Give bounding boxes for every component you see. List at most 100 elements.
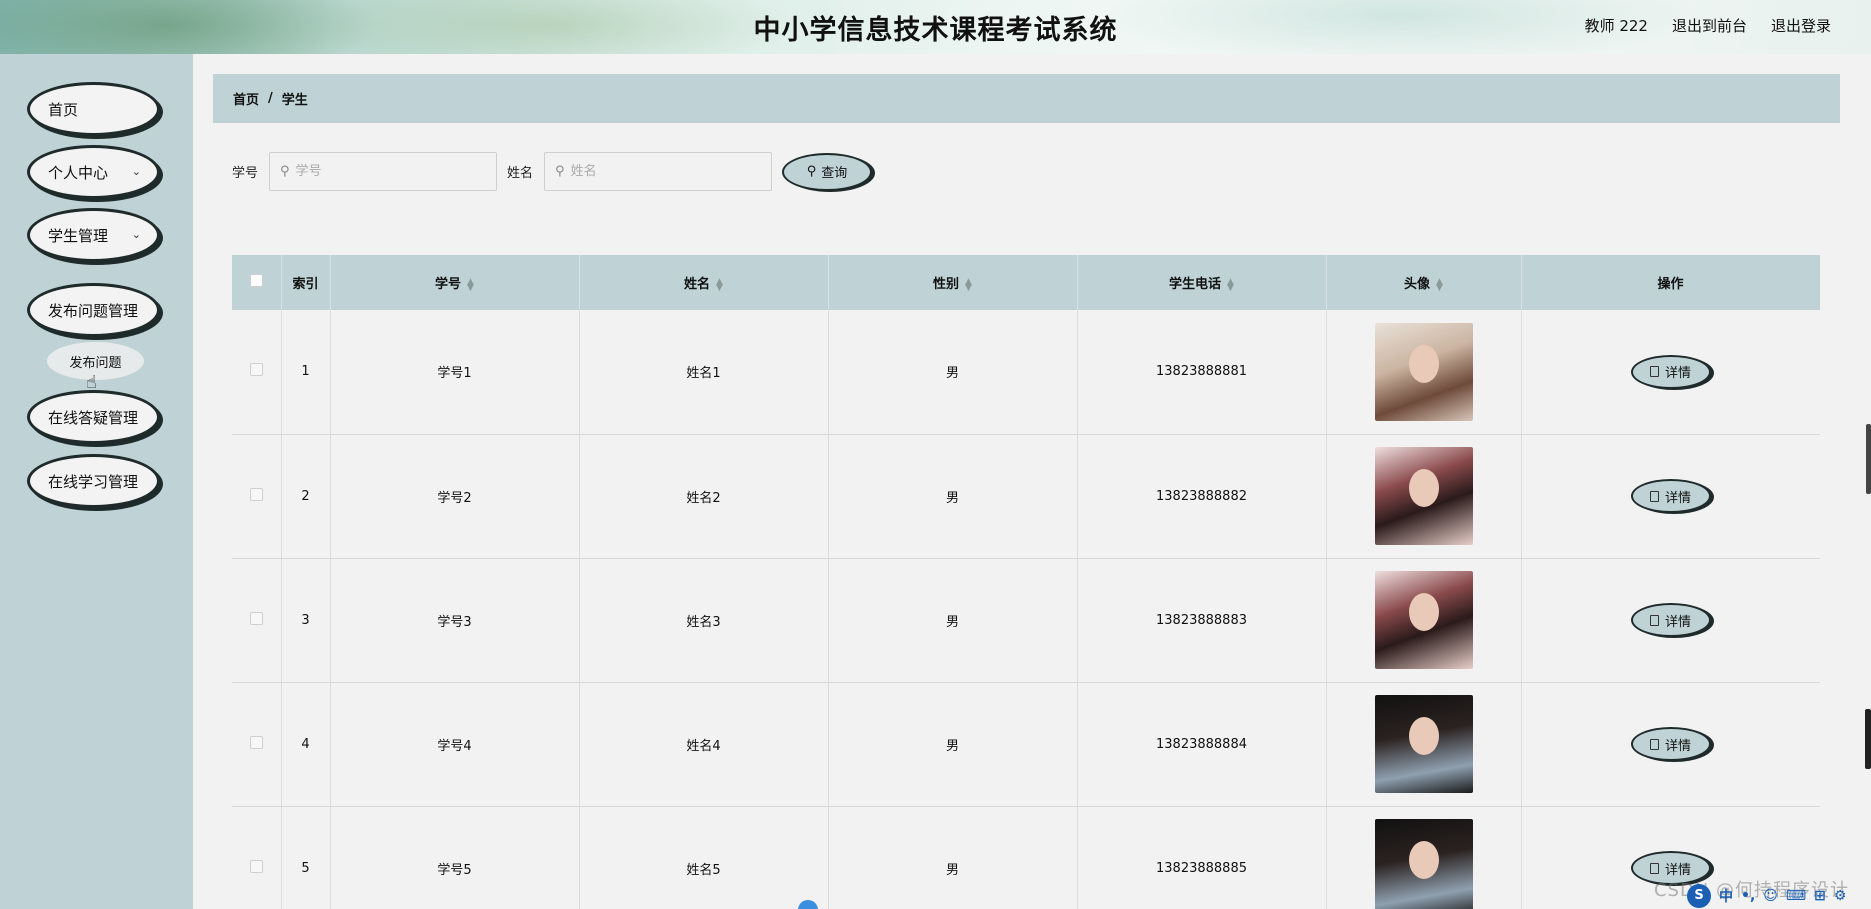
select-all-cell bbox=[232, 255, 282, 310]
row-checkbox[interactable] bbox=[249, 363, 263, 377]
search-icon: ⚲ bbox=[280, 164, 290, 179]
detail-button[interactable]: 详情 bbox=[1630, 603, 1711, 637]
breadcrumb-home[interactable]: 首页 bbox=[233, 89, 259, 108]
sort-icon[interactable]: ▲ ▼ bbox=[716, 277, 723, 292]
emoji-icon[interactable]: ☺ bbox=[1763, 888, 1778, 904]
search-icon: ⚲ bbox=[555, 164, 565, 179]
cell-student-id: 学号5 bbox=[330, 806, 580, 909]
query-button[interactable]: ⚲ 查询 bbox=[782, 152, 873, 191]
cell-name: 姓名4 bbox=[579, 682, 829, 807]
cell-avatar bbox=[1326, 434, 1522, 559]
sidebar-item-online-learning[interactable]: 在线学习管理 bbox=[27, 454, 160, 508]
column-header-label: 学生电话 bbox=[1169, 277, 1222, 292]
scrollbar-thumb[interactable] bbox=[1866, 424, 1871, 494]
cell-avatar bbox=[1326, 806, 1522, 909]
document-icon bbox=[1649, 366, 1659, 378]
sidebar-item-question-management[interactable]: 发布问题管理 bbox=[27, 283, 160, 337]
cell-phone: 13823888885 bbox=[1077, 806, 1327, 909]
cell-gender: 男 bbox=[828, 682, 1078, 807]
cell-actions: 详情 bbox=[1521, 682, 1820, 807]
sidebar-item-online-qa[interactable]: 在线答疑管理 bbox=[27, 390, 160, 444]
cell-phone: 13823888881 bbox=[1077, 310, 1327, 435]
detail-button[interactable]: 详情 bbox=[1630, 354, 1711, 389]
column-header-label: 头像 bbox=[1404, 277, 1431, 292]
vertical-scrollbar[interactable] bbox=[1863, 54, 1871, 909]
sidebar-item-home[interactable]: 首页 bbox=[27, 82, 160, 136]
column-header-avatar[interactable]: 头像 ▲ ▼ bbox=[1326, 255, 1522, 310]
student-id-input[interactable] bbox=[295, 164, 476, 179]
exit-to-front-link[interactable]: 退出到前台 bbox=[1672, 15, 1747, 36]
name-input[interactable] bbox=[570, 164, 751, 179]
cell-index: 2 bbox=[281, 434, 331, 559]
column-header-name[interactable]: 姓名 ▲ ▼ bbox=[579, 255, 829, 310]
cell-actions: 详情 bbox=[1521, 434, 1820, 559]
detail-button[interactable]: 详情 bbox=[1630, 727, 1711, 761]
cell-avatar bbox=[1326, 682, 1522, 807]
ime-logo-icon[interactable]: S bbox=[1687, 883, 1711, 908]
avatar-face bbox=[1408, 841, 1439, 879]
sidebar-item-label: 在线答疑管理 bbox=[48, 408, 139, 427]
search-bar: 学号 ⚲ 姓名 ⚲ ⚲ 查询 bbox=[232, 152, 873, 191]
cell-phone: 13823888882 bbox=[1077, 434, 1327, 559]
breadcrumb-current: 学生 bbox=[281, 93, 308, 108]
sidebar: 首页 个人中心 ⌄ 学生管理 ⌄ 发布问题管理 发布问题 ☝ 在线答疑管理 在线… bbox=[0, 54, 193, 909]
chinese-mode-icon[interactable]: 中 bbox=[1719, 886, 1733, 906]
cell-gender: 男 bbox=[828, 434, 1078, 559]
sidebar-item-label: 个人中心 bbox=[48, 163, 109, 182]
sidebar-item-personal-center[interactable]: 个人中心 ⌄ bbox=[27, 145, 160, 199]
column-header-index: 索引 bbox=[281, 255, 331, 310]
detail-button[interactable]: 详情 bbox=[1630, 479, 1711, 513]
detail-button-label: 详情 bbox=[1664, 614, 1691, 630]
row-checkbox[interactable] bbox=[249, 611, 263, 625]
detail-button-label: 详情 bbox=[1664, 490, 1691, 506]
logout-link[interactable]: 退出登录 bbox=[1771, 15, 1831, 36]
name-field-wrapper: ⚲ bbox=[544, 152, 773, 191]
row-checkbox[interactable] bbox=[249, 735, 263, 749]
table-row: 5 学号5 姓名5 男 13823888885 详情 bbox=[232, 806, 1820, 909]
sort-icon[interactable]: ▲ ▼ bbox=[1436, 277, 1443, 292]
sort-icon[interactable]: ▲ ▼ bbox=[467, 277, 474, 292]
name-label: 姓名 bbox=[507, 166, 534, 181]
detail-button-label: 详情 bbox=[1664, 738, 1691, 754]
chevron-down-icon: ⌄ bbox=[131, 165, 141, 178]
column-header-label: 学号 bbox=[435, 277, 462, 292]
toolbox-icon[interactable]: ⊞ bbox=[1814, 888, 1826, 904]
cell-index: 1 bbox=[281, 310, 331, 435]
student-table-container: 索引 学号 ▲ ▼ 姓名 ▲ ▼ 性别 ▲ ▼ 学生电话 ▲ ▼ 头像 ▲ ▼ 操作 1 学号1 姓… bbox=[232, 255, 1820, 909]
sort-icon[interactable]: ▲ ▼ bbox=[965, 277, 972, 292]
settings-icon[interactable]: ⚙ bbox=[1834, 888, 1847, 904]
query-button-label: 查询 bbox=[821, 166, 848, 181]
detail-button-label: 详情 bbox=[1664, 366, 1691, 382]
avatar bbox=[1374, 322, 1473, 421]
cell-student-id: 学号4 bbox=[330, 682, 580, 807]
breadcrumb: 首页 / 学生 bbox=[213, 74, 1840, 123]
cell-student-id: 学号2 bbox=[330, 434, 580, 559]
column-header-gender[interactable]: 性别 ▲ ▼ bbox=[828, 255, 1078, 310]
row-checkbox[interactable] bbox=[249, 487, 263, 501]
cell-phone: 13823888884 bbox=[1077, 682, 1327, 807]
column-header-label: 姓名 bbox=[684, 277, 711, 292]
avatar bbox=[1374, 819, 1473, 909]
student-table: 索引 学号 ▲ ▼ 姓名 ▲ ▼ 性别 ▲ ▼ 学生电话 ▲ ▼ 头像 ▲ ▼ 操作 1 学号1 姓… bbox=[232, 255, 1820, 909]
top-header: 中小学信息技术课程考试系统 教师 222 退出到前台 退出登录 bbox=[0, 0, 1871, 54]
ime-toolbar: S 中 •, ☺ ⌨ ⊞ ⚙ bbox=[1681, 882, 1871, 909]
row-checkbox[interactable] bbox=[249, 859, 263, 873]
column-header-student-id[interactable]: 学号 ▲ ▼ bbox=[330, 255, 580, 310]
student-id-field-wrapper: ⚲ bbox=[269, 152, 498, 191]
search-icon: ⚲ bbox=[806, 164, 817, 179]
keyboard-icon[interactable]: ⌨ bbox=[1786, 888, 1806, 904]
sidebar-item-student-management[interactable]: 学生管理 ⌄ bbox=[27, 208, 160, 262]
sidebar-item-label: 在线学习管理 bbox=[48, 472, 139, 491]
cell-student-id: 学号3 bbox=[330, 558, 580, 683]
breadcrumb-separator: / bbox=[268, 91, 273, 106]
side-widget-handle[interactable] bbox=[1865, 709, 1871, 769]
cell-name: 姓名5 bbox=[579, 806, 829, 909]
table-row: 1 学号1 姓名1 男 13823888881 详情 bbox=[232, 310, 1820, 435]
table-row: 4 学号4 姓名4 男 13823888884 详情 bbox=[232, 682, 1820, 807]
avatar-face bbox=[1408, 469, 1439, 507]
punctuation-icon[interactable]: •, bbox=[1741, 888, 1755, 904]
cell-name: 姓名3 bbox=[579, 558, 829, 683]
column-header-phone[interactable]: 学生电话 ▲ ▼ bbox=[1077, 255, 1327, 310]
select-all-checkbox[interactable] bbox=[249, 274, 263, 287]
sort-icon[interactable]: ▲ ▼ bbox=[1227, 277, 1234, 292]
